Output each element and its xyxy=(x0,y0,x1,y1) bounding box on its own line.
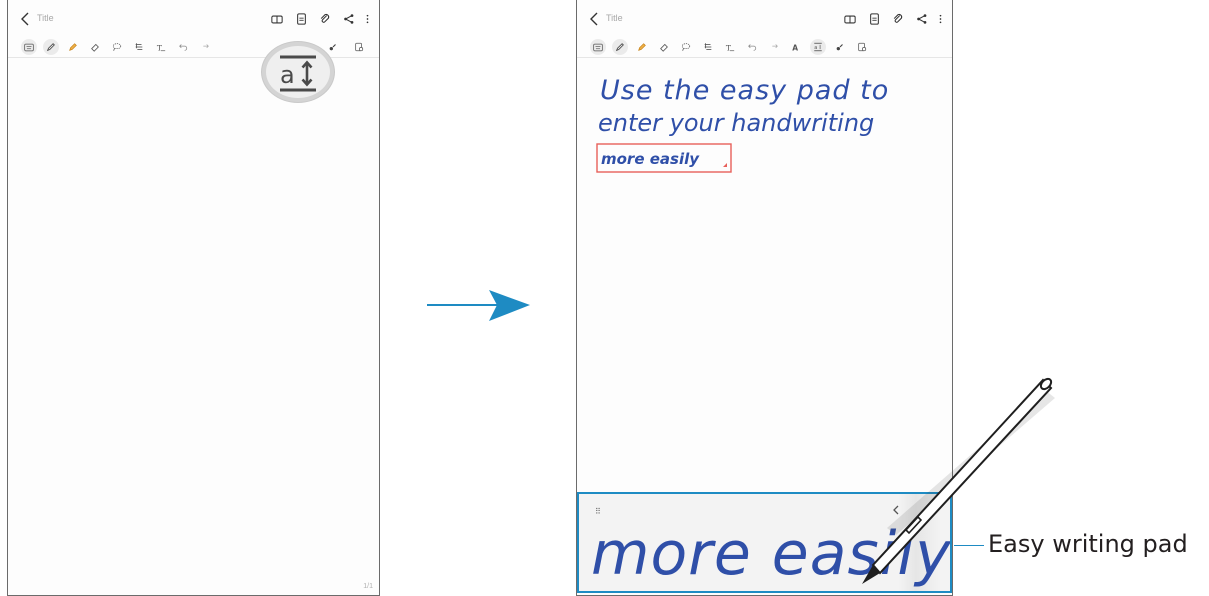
highlighter-icon[interactable] xyxy=(631,38,653,56)
pad-handwriting: more easily xyxy=(591,519,950,589)
keyboard-icon[interactable] xyxy=(18,38,40,56)
share-icon[interactable] xyxy=(337,10,361,28)
keyboard-icon[interactable] xyxy=(587,38,609,56)
top-actions xyxy=(265,10,373,28)
note-title[interactable]: Title xyxy=(37,13,54,23)
pen-toolbar xyxy=(577,36,952,58)
undo-icon[interactable] xyxy=(741,38,763,56)
note-title[interactable]: Title xyxy=(606,13,623,23)
more-options-icon[interactable] xyxy=(934,10,946,28)
easy-writing-pad-icon[interactable]: a xyxy=(266,46,330,98)
text-style-icon[interactable] xyxy=(697,38,719,56)
top-bar: Title xyxy=(8,8,379,32)
attach-icon[interactable] xyxy=(313,10,337,28)
redo-icon[interactable] xyxy=(763,38,785,56)
text-edit-icon[interactable] xyxy=(150,38,172,56)
callout-line xyxy=(954,545,984,546)
page-indicator: 1/1 xyxy=(363,583,373,590)
pen-color-icon[interactable] xyxy=(829,38,851,56)
text-edit-icon[interactable] xyxy=(719,38,741,56)
pen-icon[interactable] xyxy=(40,38,62,56)
easy-writing-pad-icon[interactable] xyxy=(807,38,829,56)
undo-icon[interactable] xyxy=(172,38,194,56)
page-layout-icon[interactable] xyxy=(289,10,313,28)
top-actions xyxy=(838,10,946,28)
lasso-icon[interactable] xyxy=(675,38,697,56)
handwriting-search-icon[interactable] xyxy=(785,38,807,56)
book-view-icon[interactable] xyxy=(838,10,862,28)
pad-writing-area[interactable]: more easily xyxy=(579,494,950,591)
text-style-icon[interactable] xyxy=(128,38,150,56)
share-icon[interactable] xyxy=(910,10,934,28)
eraser-icon[interactable] xyxy=(653,38,675,56)
read-mode-icon[interactable] xyxy=(851,38,873,56)
easy-writing-pad-label: Easy writing pad xyxy=(988,530,1188,558)
pen-icon[interactable] xyxy=(609,38,631,56)
more-options-icon[interactable] xyxy=(361,10,373,28)
svg-text:a: a xyxy=(280,61,295,89)
page-layout-icon[interactable] xyxy=(862,10,886,28)
easy-writing-pad[interactable]: ⠿ more easily xyxy=(577,492,952,593)
eraser-icon[interactable] xyxy=(84,38,106,56)
redo-icon[interactable] xyxy=(194,38,216,56)
transition-arrow xyxy=(427,290,530,321)
book-view-icon[interactable] xyxy=(265,10,289,28)
back-icon[interactable] xyxy=(18,10,34,28)
lasso-icon[interactable] xyxy=(106,38,128,56)
attach-icon[interactable] xyxy=(886,10,910,28)
highlighter-icon[interactable] xyxy=(62,38,84,56)
read-mode-icon[interactable] xyxy=(350,38,368,56)
easy-writing-pad-magnifier: a xyxy=(262,42,334,102)
back-icon[interactable] xyxy=(587,10,603,28)
top-bar: Title xyxy=(577,8,952,32)
